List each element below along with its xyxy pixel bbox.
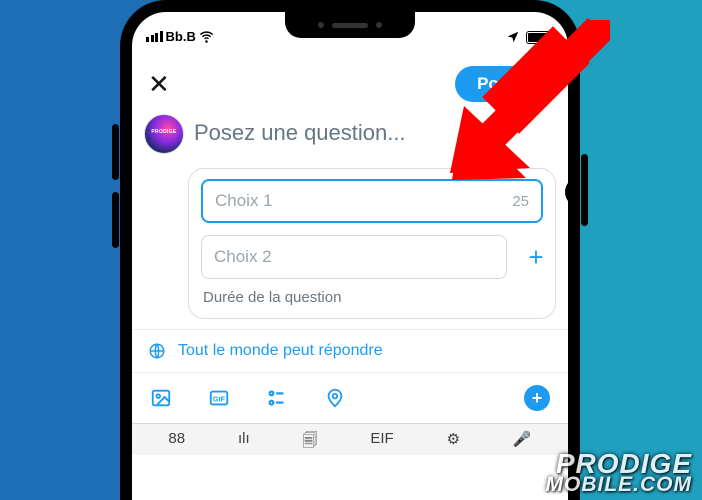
post-button[interactable]: Poster <box>455 66 552 102</box>
reply-settings-row[interactable]: Tout le monde peut répondre <box>132 329 568 373</box>
close-icon <box>572 184 580 200</box>
poll-choice-1-placeholder: Choix 1 <box>215 191 273 211</box>
poll-choice-2-placeholder: Choix 2 <box>214 247 272 267</box>
kb-key-4[interactable]: EIF <box>370 430 393 455</box>
phone-frame: Bb.B ✕ Poster Posez une question... Choi… <box>120 0 580 500</box>
phone-notch <box>285 12 415 38</box>
image-icon[interactable] <box>150 387 172 409</box>
battery-icon <box>526 31 554 44</box>
poll-duration-label[interactable]: Durée de la question <box>201 287 543 306</box>
question-input[interactable]: Posez une question... <box>194 114 556 154</box>
keyboard-suggestion-row: 88 ılı 🗐 EIF ⚙ 🎤 <box>132 423 568 455</box>
location-icon[interactable] <box>324 387 346 409</box>
kb-key-6[interactable]: 🎤 <box>513 430 532 455</box>
kb-key-2[interactable]: ılı <box>238 430 250 455</box>
kb-key-5[interactable]: ⚙ <box>447 430 460 455</box>
poll-icon[interactable] <box>266 387 288 409</box>
watermark-line2: MOBILE.COM <box>546 476 693 494</box>
carrier-label: Bb.B <box>166 29 196 44</box>
location-services-icon <box>506 30 520 44</box>
globe-icon <box>148 342 166 360</box>
phone-volume-up <box>112 124 119 180</box>
watermark: PRODIGE MOBILE.COM <box>546 452 693 494</box>
poll-choice-1-charcount: 25 <box>512 193 529 210</box>
poll-choice-1-input[interactable]: Choix 1 25 <box>201 179 543 223</box>
avatar[interactable] <box>144 114 184 154</box>
add-thread-button[interactable]: + <box>524 385 550 411</box>
reply-settings-label: Tout le monde peut répondre <box>178 342 383 360</box>
wifi-icon <box>199 29 214 44</box>
phone-power-button <box>581 154 588 226</box>
svg-text:GIF: GIF <box>213 395 226 404</box>
page-background: Bb.B ✕ Poster Posez une question... Choi… <box>0 0 702 500</box>
poll-choice-2-input[interactable]: Choix 2 <box>201 235 507 279</box>
poll-card: Choix 1 25 Choix 2 + Durée de la questio… <box>188 168 556 319</box>
compose-topbar: ✕ Poster <box>132 46 568 114</box>
kb-key-3[interactable]: 🗐 <box>303 430 318 455</box>
remove-poll-button[interactable] <box>565 177 580 207</box>
add-choice-button[interactable]: + <box>516 235 556 279</box>
kb-key-1[interactable]: 88 <box>168 430 185 455</box>
close-button[interactable]: ✕ <box>148 71 170 97</box>
media-toolbar: GIF + <box>132 373 568 423</box>
phone-volume-down <box>112 192 119 248</box>
gif-icon[interactable]: GIF <box>208 387 230 409</box>
signal-bars-icon <box>146 31 163 42</box>
compose-area: Posez une question... <box>132 114 568 154</box>
